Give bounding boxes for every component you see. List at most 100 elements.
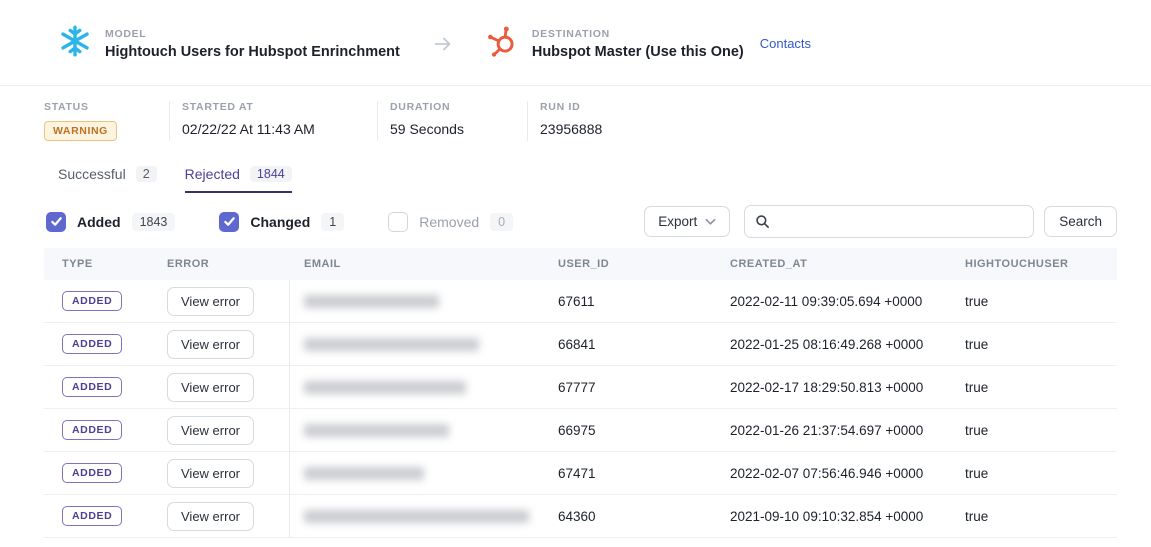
hubspot-icon <box>486 25 519 63</box>
export-button-label: Export <box>658 214 697 229</box>
duration-value: 59 Seconds <box>390 121 527 137</box>
cell-user-id: 64360 <box>544 509 716 524</box>
run-id-value: 23956888 <box>540 121 602 137</box>
cell-created-at: 2022-02-11 09:39:05.694 +0000 <box>716 294 951 309</box>
tab-rejected-count: 1844 <box>250 166 292 182</box>
filter-added-label: Added <box>77 214 121 230</box>
row-type-badge: ADDED <box>62 291 122 311</box>
chevron-down-icon <box>705 218 716 226</box>
cell-user-id: 67777 <box>544 380 716 395</box>
tab-successful[interactable]: Successful 2 <box>58 166 157 193</box>
cell-created-at: 2022-01-26 21:37:54.697 +0000 <box>716 423 951 438</box>
cell-hightouchuser: true <box>951 380 1117 395</box>
column-header-user-id: USER_ID <box>544 258 716 270</box>
email-redacted <box>304 467 424 480</box>
status-badge: WARNING <box>44 121 117 141</box>
filter-removed-count: 0 <box>490 213 513 231</box>
filter-toolbar: Added 1843 Changed 1 Removed 0 Export Se… <box>0 193 1151 238</box>
search-button[interactable]: Search <box>1044 206 1117 237</box>
contacts-link[interactable]: Contacts <box>760 36 811 51</box>
cell-hightouchuser: true <box>951 509 1117 524</box>
removed-checkbox[interactable] <box>388 212 408 232</box>
table-row: ADDED View error 66841 2022-01-25 08:16:… <box>44 323 1117 366</box>
cell-created-at: 2021-09-10 09:10:32.854 +0000 <box>716 509 951 524</box>
model-name: Hightouch Users for Hubspot Enrinchment <box>105 44 400 60</box>
search-input[interactable] <box>778 213 1023 230</box>
arrow-right-icon <box>432 33 454 55</box>
email-redacted <box>304 295 439 308</box>
table-row: ADDED View error 67611 2022-02-11 09:39:… <box>44 280 1117 323</box>
filter-changed[interactable]: Changed 1 <box>219 212 344 232</box>
cell-hightouchuser: true <box>951 294 1117 309</box>
filter-added-count: 1843 <box>132 213 176 231</box>
changed-checkbox[interactable] <box>219 212 239 232</box>
filter-removed[interactable]: Removed 0 <box>388 212 513 232</box>
email-redacted <box>304 338 479 351</box>
tab-rejected[interactable]: Rejected 1844 <box>185 166 292 193</box>
cell-created-at: 2022-01-25 08:16:49.268 +0000 <box>716 337 951 352</box>
column-header-hightouchuser: HIGHTOUCHUSER <box>951 258 1117 270</box>
table-row: ADDED View error 66975 2022-01-26 21:37:… <box>44 409 1117 452</box>
cell-created-at: 2022-02-17 18:29:50.813 +0000 <box>716 380 951 395</box>
filter-added[interactable]: Added 1843 <box>46 212 175 232</box>
started-at-label: STARTED AT <box>182 101 377 113</box>
status-bar: STATUS WARNING STARTED AT 02/22/22 At 11… <box>0 86 1151 154</box>
cell-hightouchuser: true <box>951 337 1117 352</box>
cell-user-id: 66841 <box>544 337 716 352</box>
cell-user-id: 67611 <box>544 294 716 309</box>
row-type-badge: ADDED <box>62 463 122 483</box>
export-button[interactable]: Export <box>644 206 730 237</box>
column-header-error: ERROR <box>149 258 290 270</box>
table-row: ADDED View error 67471 2022-02-07 07:56:… <box>44 452 1117 495</box>
destination-entity: DESTINATION Hubspot Master (Use this One… <box>486 25 744 63</box>
cell-hightouchuser: true <box>951 423 1117 438</box>
row-type-badge: ADDED <box>62 506 122 526</box>
cell-user-id: 67471 <box>544 466 716 481</box>
started-at-cell: STARTED AT 02/22/22 At 11:43 AM <box>170 101 378 141</box>
duration-cell: DURATION 59 Seconds <box>378 101 528 141</box>
table-row: ADDED View error 67777 2022-02-17 18:29:… <box>44 366 1117 409</box>
model-entity: MODEL Hightouch Users for Hubspot Enrinc… <box>58 24 400 63</box>
table-header: TYPE ERROR EMAIL USER_ID CREATED_AT HIGH… <box>44 248 1117 280</box>
table-row: ADDED View error 64360 2021-09-10 09:10:… <box>44 495 1117 538</box>
row-type-badge: ADDED <box>62 334 122 354</box>
destination-name: Hubspot Master (Use this One) <box>532 44 744 60</box>
email-redacted <box>304 381 466 394</box>
duration-label: DURATION <box>390 101 527 113</box>
view-error-button[interactable]: View error <box>167 459 254 488</box>
cell-created-at: 2022-02-07 07:56:46.946 +0000 <box>716 466 951 481</box>
column-header-created-at: CREATED_AT <box>716 258 951 270</box>
result-tabs: Successful 2 Rejected 1844 <box>0 154 1151 193</box>
tab-rejected-label: Rejected <box>185 166 240 182</box>
snowflake-icon <box>58 24 92 63</box>
filter-changed-count: 1 <box>321 213 344 231</box>
run-id-cell: RUN ID 23956888 <box>528 101 602 141</box>
status-cell: STATUS WARNING <box>44 101 170 141</box>
destination-label: DESTINATION <box>532 28 744 40</box>
search-icon <box>755 214 770 229</box>
email-redacted <box>304 510 529 523</box>
column-header-type: TYPE <box>44 258 149 270</box>
view-error-button[interactable]: View error <box>167 502 254 531</box>
view-error-button[interactable]: View error <box>167 373 254 402</box>
run-id-label: RUN ID <box>540 101 602 113</box>
rejected-rows-table: TYPE ERROR EMAIL USER_ID CREATED_AT HIGH… <box>0 248 1151 538</box>
search-box <box>744 205 1034 238</box>
view-error-button[interactable]: View error <box>167 416 254 445</box>
app-header: MODEL Hightouch Users for Hubspot Enrinc… <box>0 0 1151 86</box>
cell-user-id: 66975 <box>544 423 716 438</box>
tab-successful-label: Successful <box>58 166 126 182</box>
view-error-button[interactable]: View error <box>167 287 254 316</box>
row-type-badge: ADDED <box>62 377 122 397</box>
filter-changed-label: Changed <box>250 214 310 230</box>
column-header-email: EMAIL <box>290 258 544 270</box>
row-type-badge: ADDED <box>62 420 122 440</box>
model-label: MODEL <box>105 28 400 40</box>
status-label: STATUS <box>44 101 169 113</box>
filter-removed-label: Removed <box>419 214 479 230</box>
added-checkbox[interactable] <box>46 212 66 232</box>
cell-hightouchuser: true <box>951 466 1117 481</box>
toolbar-right: Export Search <box>644 205 1117 238</box>
table-body: ADDED View error 67611 2022-02-11 09:39:… <box>0 280 1151 538</box>
view-error-button[interactable]: View error <box>167 330 254 359</box>
